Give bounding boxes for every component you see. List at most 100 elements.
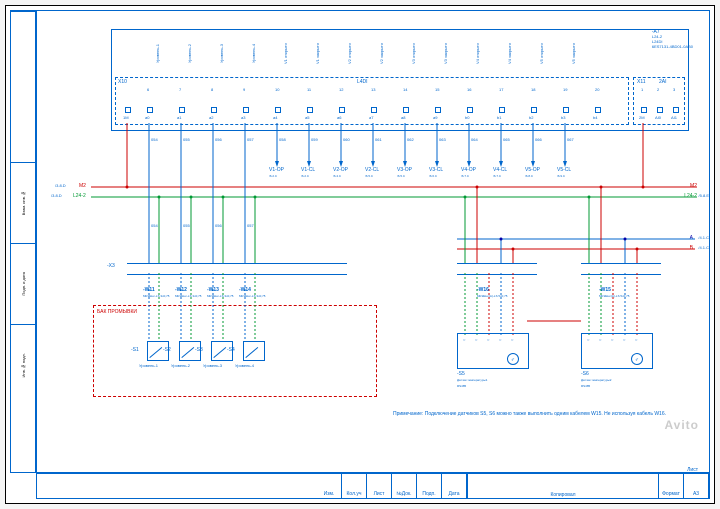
pin-label: a1 <box>177 115 181 120</box>
bus-m2-left-ref: /3.8.D <box>55 183 66 188</box>
sensor-ref: -S5Датчик температуры1RS485 <box>457 371 487 389</box>
channel-label: V1 открыто <box>283 37 303 71</box>
pin-number: 6 <box>147 87 149 92</box>
pin-label: a2 <box>209 115 213 120</box>
wire-number: 063 <box>439 137 446 142</box>
switch-name: Уровень-1 <box>139 363 158 368</box>
channel-label: V3 открыто <box>411 37 431 71</box>
pin-number: 16 <box>467 87 471 92</box>
terminal-x3-c <box>581 263 661 275</box>
pin-label: a7 <box>369 115 373 120</box>
channel-label: V4 открыто <box>475 37 495 71</box>
pin-label: a8 <box>401 115 405 120</box>
switch-ref: -S4 <box>227 347 235 353</box>
strip-label: Подп. и дата <box>21 272 26 296</box>
valve-tag: V2-OP/6.4.C <box>333 167 348 179</box>
wire-number: 059 <box>311 137 318 142</box>
tb-kopiroval: Копировал <box>468 474 658 498</box>
pin-number: 9 <box>243 87 245 92</box>
bus-b: B <box>690 245 693 251</box>
switch-name: Уровень-2 <box>171 363 190 368</box>
pin-label: a4 <box>273 115 277 120</box>
channel-label: Уровень-2 <box>187 37 207 71</box>
note-text: Примечание: Подключение датчиков S5, S6 … <box>393 411 666 417</box>
bus-l24-left-ref: /3.8.D <box>51 193 62 198</box>
tb-data: Дата <box>442 474 467 498</box>
pin-number: 11 <box>307 87 311 92</box>
bus-m2-right: M2 <box>690 183 697 189</box>
switch-ref: -S3 <box>195 347 203 353</box>
sensor-pin: ○ <box>499 337 501 342</box>
pin-number: 12 <box>339 87 343 92</box>
bus-a-ref: /4.1.C <box>698 235 709 240</box>
wire-number: 056 <box>215 137 222 142</box>
pin-number: 17 <box>499 87 503 92</box>
channel-label: V2 закрыто <box>379 37 399 71</box>
pin-label: b0 <box>465 115 469 120</box>
tb-kol: Кол.уч <box>342 474 367 498</box>
cable-label: -W13МКЭШнг-LS 3х0,75 <box>207 287 233 299</box>
strip-label: Инв.№ подл. <box>21 353 26 378</box>
wire-number: 061 <box>375 137 382 142</box>
valve-tag: V3-OP/6.5.C <box>397 167 412 179</box>
sensor-pin: ○ <box>511 337 513 342</box>
pin-number: 15 <box>435 87 439 92</box>
drawing-frame: -A7 L24-2 L24DI 6ES7131-4BD01-0AB0 X10 L… <box>36 10 710 473</box>
temp-icon: t° <box>631 353 643 365</box>
x3-label: -X3 <box>107 263 115 269</box>
wire-number: 054 <box>151 223 158 228</box>
x10-name: X10 <box>118 79 127 85</box>
pin-number: 14 <box>403 87 407 92</box>
channel-label: Уровень-1 <box>155 37 175 71</box>
valve-tag: V5-CL/6.9.C <box>557 167 571 179</box>
wire-number: 060 <box>343 137 350 142</box>
cable-label: -W16МКЭШнг(А)-LS 5х0,75 <box>477 287 507 299</box>
bus-a: A <box>690 235 693 241</box>
switch-name: Уровень-3 <box>203 363 222 368</box>
sensor-pin: ○ <box>599 337 601 342</box>
channel-label: V4 закрыто <box>507 37 527 71</box>
title-block: Изм. Кол.уч Лист №Док. Подп. Дата Копиро… <box>36 473 710 499</box>
pin-label: 1M <box>123 115 129 120</box>
pin-number: 19 <box>563 87 567 92</box>
sensor-pin: ○ <box>587 337 589 342</box>
pin-label: a3 <box>241 115 245 120</box>
cable-label: -W15МКЭШнг(А)-LS 5х0,75 <box>599 287 629 299</box>
sensor-ref: -S6Датчик температуры2RS485 <box>581 371 611 389</box>
channel-label: V3 закрыто <box>443 37 463 71</box>
terminal-x3-a <box>127 263 347 275</box>
tb-izm: Изм. <box>317 474 342 498</box>
wire-number: 055 <box>183 223 190 228</box>
cable-label: -W12МКЭШнг-LS 3х0,75 <box>175 287 201 299</box>
valve-tag: V3-CL/6.6.C <box>429 167 443 179</box>
pin-label: b3 <box>561 115 565 120</box>
bus-m2-left: M2 <box>79 183 86 189</box>
tank-label: БАК ПРОМЫВКИ <box>97 309 137 315</box>
wire-number: 055 <box>183 137 190 142</box>
tb-podp: Подп. <box>417 474 442 498</box>
wire-number: 065 <box>503 137 510 142</box>
pin-number: 8 <box>211 87 213 92</box>
x11-title: 2AI <box>659 79 667 85</box>
valve-tag: V2-CL/6.5.C <box>365 167 379 179</box>
cable-label: -W14МКЭШнг-LS 3х0,75 <box>239 287 265 299</box>
switch-name: Уровень-4 <box>235 363 254 368</box>
switch-ref: -S1 <box>131 347 139 353</box>
tb-ndoc: №Док. <box>392 474 417 498</box>
valve-tag: V1-CL/6.2.C <box>301 167 315 179</box>
pin-label: a0 <box>145 115 149 120</box>
bus-b-ref: /4.1.C <box>698 245 709 250</box>
valve-tag: V1-OP/6.2.C <box>269 167 284 179</box>
channel-label: V5 закрыто <box>571 37 591 71</box>
wire-number: 066 <box>535 137 542 142</box>
sensor-pin: ○ <box>623 337 625 342</box>
channel-label: Уровень-4 <box>251 37 271 71</box>
sensor-pin: ○ <box>475 337 477 342</box>
sensor-pin: ○ <box>463 337 465 342</box>
x10-title: L4DI <box>357 79 368 85</box>
wire-number: 056 <box>215 223 222 228</box>
pin-number: 20 <box>595 87 599 92</box>
x11-name: X11 <box>637 79 646 85</box>
pin-number: 10 <box>275 87 279 92</box>
bus-l24-right: L24-2 <box>684 193 697 199</box>
